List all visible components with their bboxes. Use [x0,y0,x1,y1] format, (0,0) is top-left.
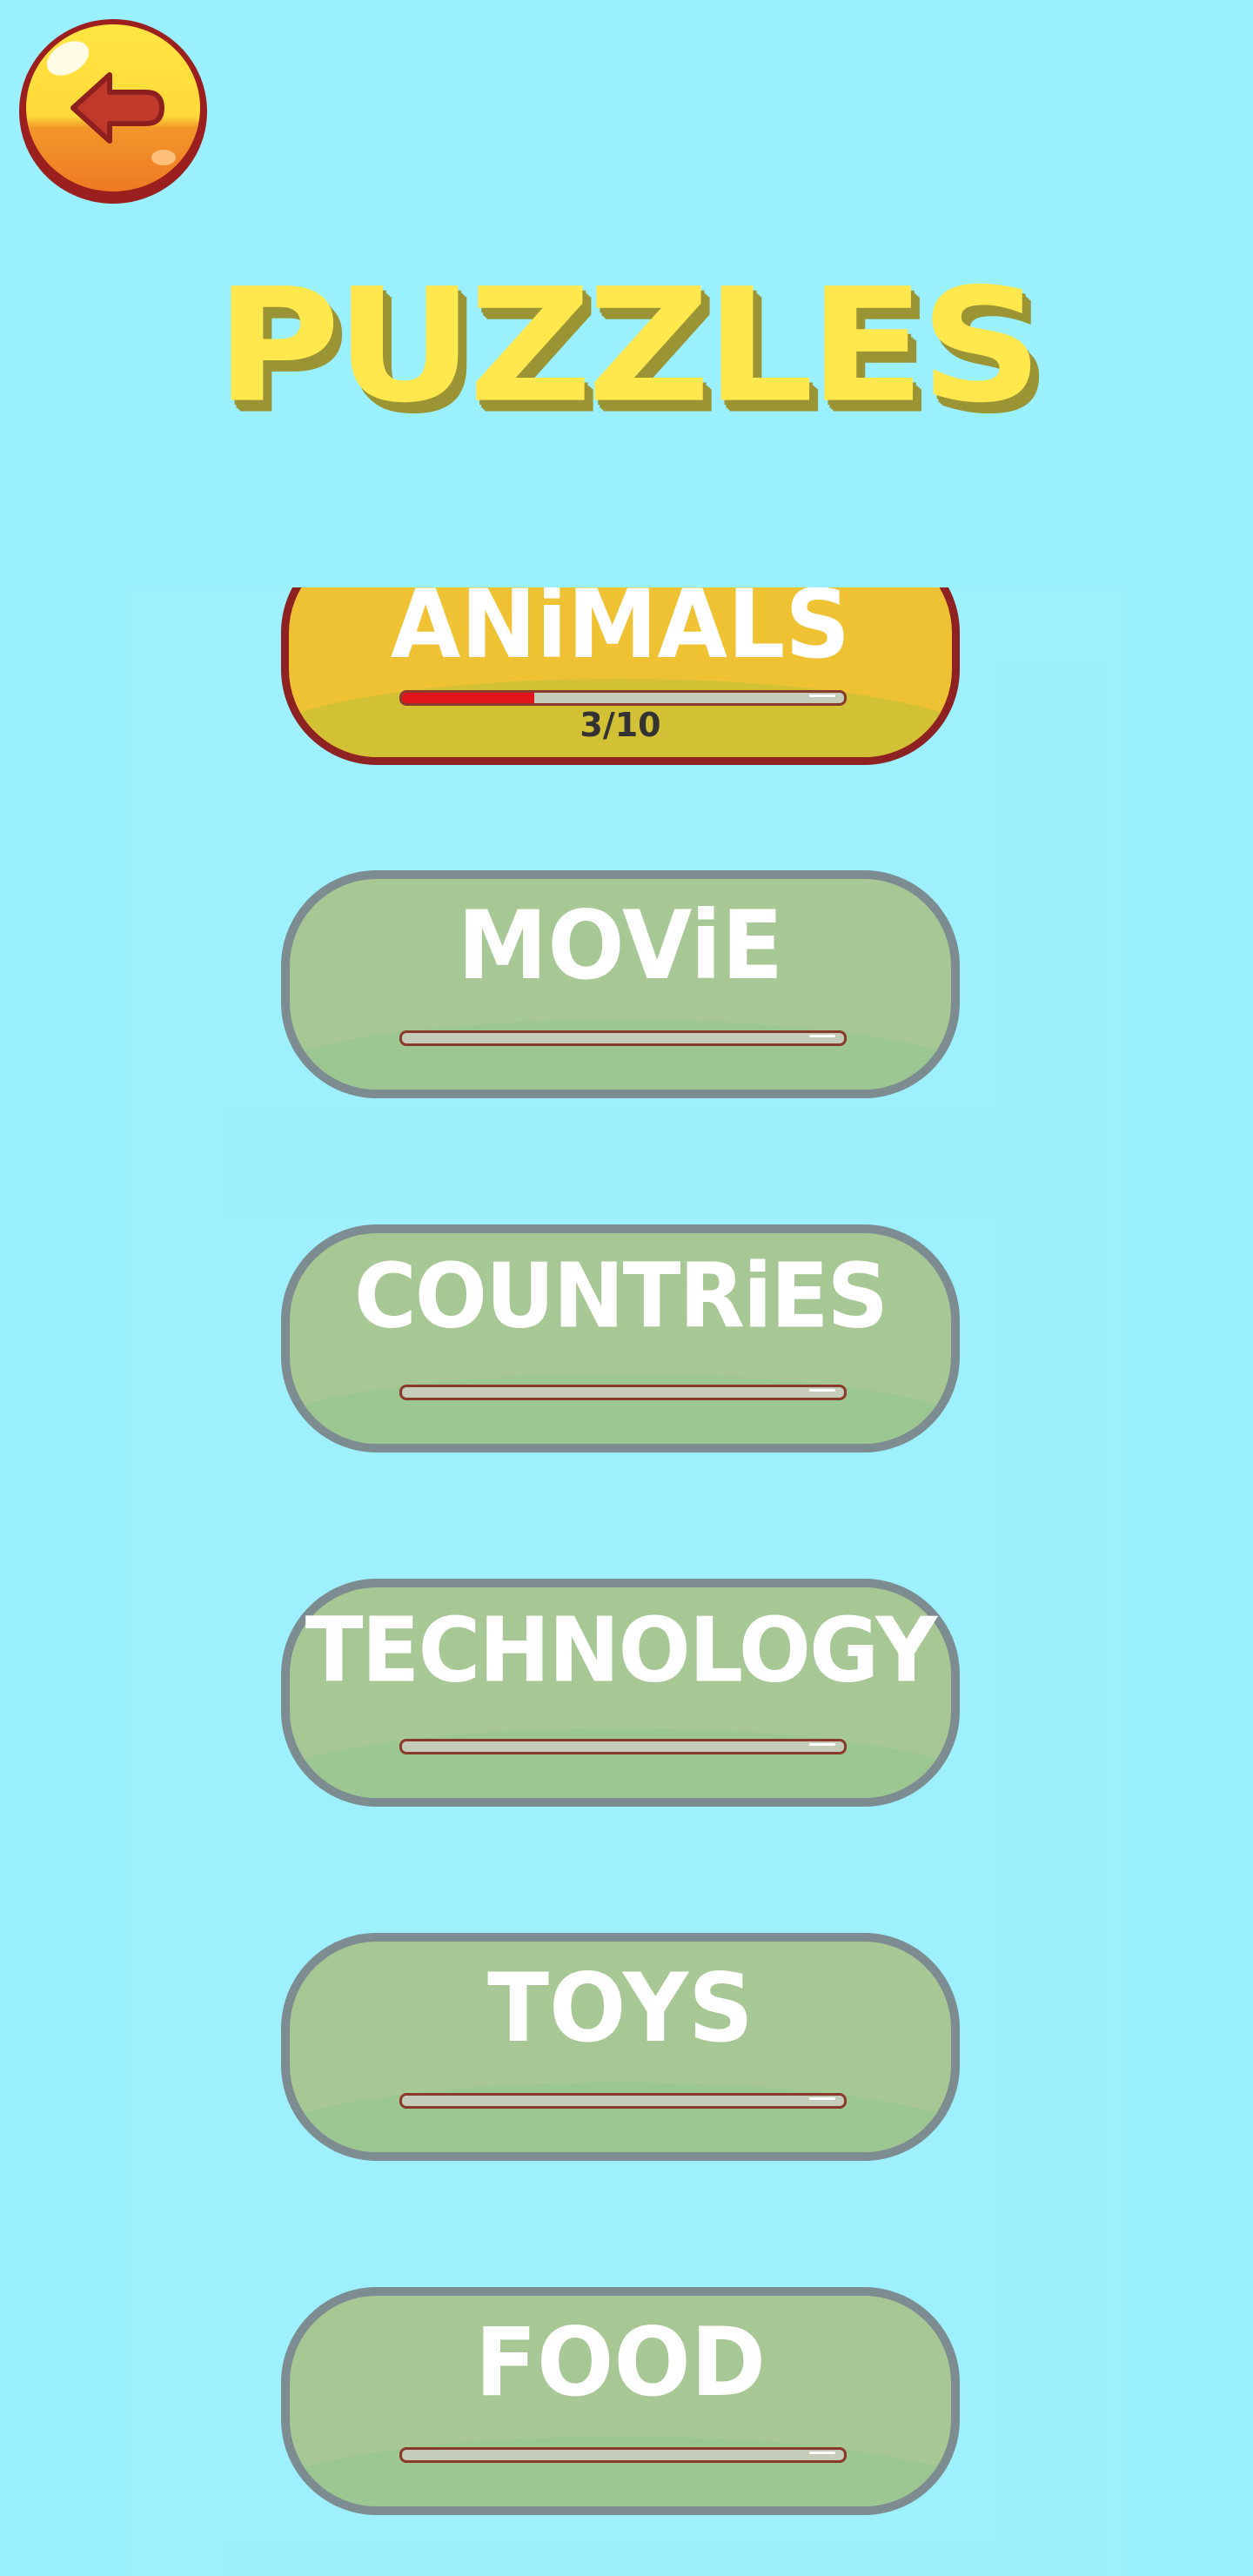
category-card-animals[interactable]: ANiMALS 3/10 [281,587,960,765]
category-label: TOYS [487,1951,754,2064]
progress-bar [399,2447,847,2463]
category-label: MOViE [457,889,784,1002]
progress-bar [399,1385,847,1400]
category-label: FOOD [474,2305,767,2418]
progress-fill [402,693,535,703]
progress-bar [399,2093,847,2109]
category-label: ANiMALS [390,587,851,681]
back-button[interactable] [19,19,207,204]
progress-bar [399,1739,847,1754]
button-shine [151,150,176,165]
category-card-technology[interactable]: TECHNOLOGY [281,1579,960,1807]
category-label: TECHNOLOGY [305,1599,938,1703]
category-list[interactable]: ANiMALS 3/10 MOViE COUNTRiES TECHNOLOGY … [129,587,1124,2576]
category-card-countries[interactable]: COUNTRiES [281,1224,960,1452]
page-title: PUZZLES [215,255,1043,438]
category-card-movie[interactable]: MOViE [281,870,960,1098]
arrow-left-icon [70,72,164,144]
progress-bar [399,1030,847,1046]
category-card-toys[interactable]: TOYS [281,1933,960,2161]
progress-bar [399,690,847,706]
progress-count: 3/10 [580,706,661,744]
category-card-food[interactable]: FOOD [281,2287,960,2515]
category-label: COUNTRiES [353,1244,888,1349]
